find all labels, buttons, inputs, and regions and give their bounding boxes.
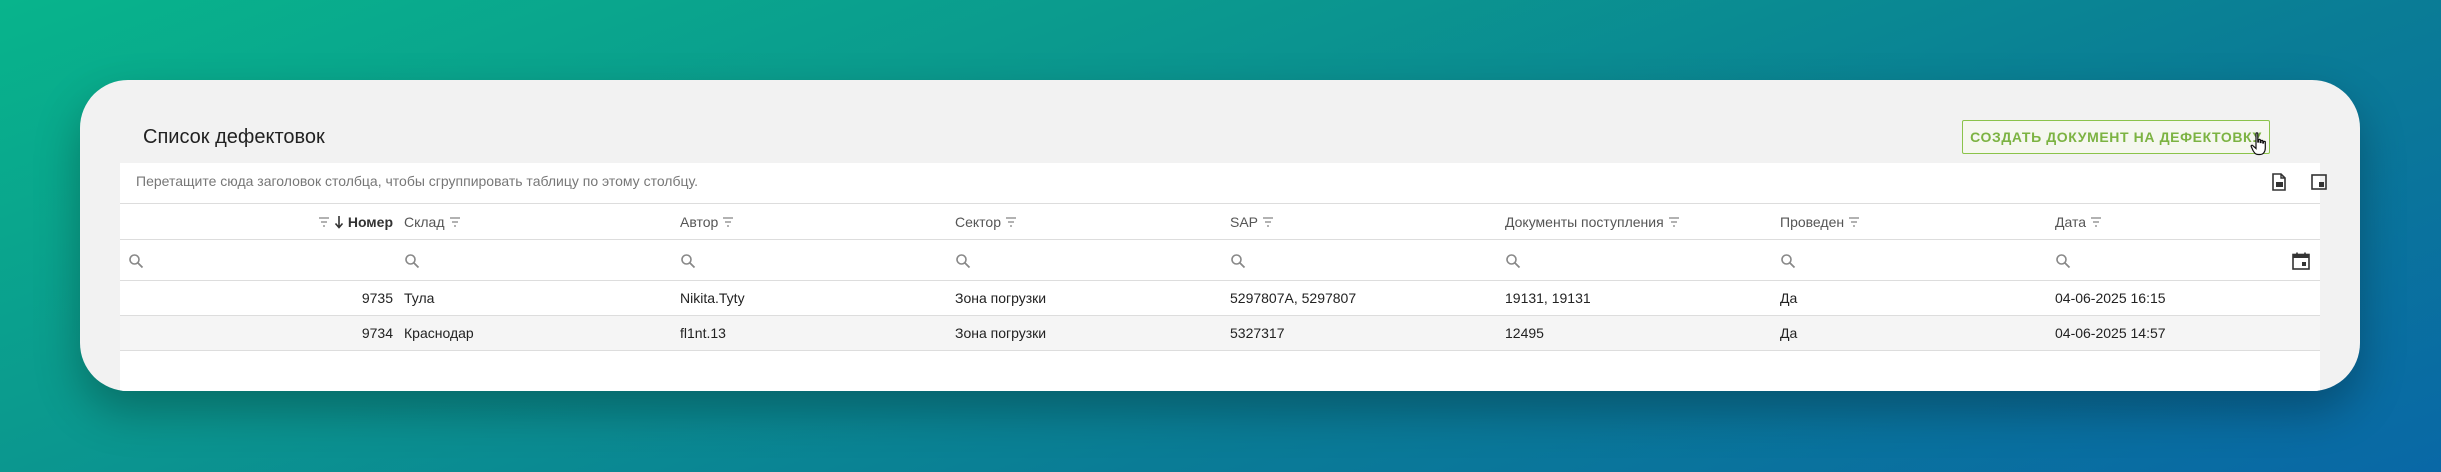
grid-header-row: Номер Склад Автор Сектор SAP Документы п… — [120, 204, 2320, 240]
filter-icon[interactable] — [1848, 216, 1860, 228]
cell-date: 04-06-2025 16:15 — [2055, 290, 2166, 306]
search-icon[interactable] — [680, 253, 696, 269]
cell-posted: Да — [1780, 290, 1798, 306]
group-panel-hint: Перетащите сюда заголовок столбца, чтобы… — [136, 173, 698, 189]
cell-sector: Зона погрузки — [955, 290, 1047, 306]
column-header-label: Сектор — [955, 213, 1002, 230]
column-header-label: Документы поступления — [1505, 213, 1664, 230]
filter-icon[interactable] — [722, 216, 734, 228]
page-title: Список дефектовок — [143, 126, 325, 148]
grid-filter-row — [120, 240, 2320, 281]
search-icon[interactable] — [404, 253, 420, 269]
filter-icon[interactable] — [2090, 216, 2102, 228]
cell-author: Nikita.Tyty — [680, 290, 745, 306]
defects-grid: Перетащите сюда заголовок столбца, чтобы… — [120, 163, 2327, 391]
search-icon[interactable] — [1505, 253, 1521, 269]
cell-posted: Да — [1780, 325, 1798, 341]
column-header-date[interactable]: Дата — [2055, 204, 2102, 239]
column-header-posted[interactable]: Проведен — [1780, 204, 1860, 239]
cell-receipt-docs: 19131, 19131 — [1505, 290, 1591, 306]
column-header-label: Дата — [2055, 213, 2087, 230]
filter-icon[interactable] — [318, 216, 330, 228]
column-header-sector[interactable]: Сектор — [955, 204, 1017, 239]
column-chooser-icon[interactable] — [2310, 173, 2328, 191]
cell-warehouse: Тула — [404, 290, 435, 306]
search-icon[interactable] — [128, 253, 144, 269]
cell-sap: 5327317 — [1230, 325, 1285, 341]
column-header-warehouse[interactable]: Склад — [404, 204, 461, 239]
column-header-sap[interactable]: SAP — [1230, 204, 1274, 239]
filter-icon[interactable] — [1668, 216, 1680, 228]
group-panel[interactable]: Перетащите сюда заголовок столбца, чтобы… — [120, 163, 2327, 204]
search-icon[interactable] — [1780, 253, 1796, 269]
column-header-receipt-docs[interactable]: Документы поступления — [1505, 204, 1680, 239]
column-header-label: Проведен — [1780, 213, 1845, 230]
sort-desc-arrow-icon — [334, 215, 343, 229]
cell-number: 9735 — [361, 290, 393, 306]
search-icon[interactable] — [1230, 253, 1246, 269]
column-header-label: Номер — [347, 213, 393, 230]
hand-pointer-icon — [2250, 132, 2266, 156]
cell-sector: Зона погрузки — [955, 325, 1047, 341]
export-file-icon[interactable] — [2270, 173, 2288, 191]
column-header-label: Автор — [680, 213, 719, 230]
cell-warehouse: Краснодар — [404, 325, 474, 341]
cell-number: 9734 — [361, 325, 393, 341]
cell-author: fl1nt.13 — [680, 325, 726, 341]
calendar-icon[interactable] — [2291, 251, 2311, 271]
cell-receipt-docs: 12495 — [1505, 325, 1544, 341]
column-header-label: SAP — [1230, 213, 1259, 230]
column-header-label: Склад — [404, 213, 445, 230]
search-icon[interactable] — [955, 253, 971, 269]
filter-icon[interactable] — [449, 216, 461, 228]
filter-icon[interactable] — [1262, 216, 1274, 228]
filter-icon[interactable] — [1005, 216, 1017, 228]
column-header-author[interactable]: Автор — [680, 204, 734, 239]
table-row[interactable]: 9734 Краснодар fl1nt.13 Зона погрузки 53… — [120, 316, 2320, 351]
search-icon[interactable] — [2055, 253, 2071, 269]
cell-sap: 5297807A, 5297807 — [1230, 290, 1357, 306]
table-row[interactable]: 9735 Тула Nikita.Tyty Зона погрузки 5297… — [120, 281, 2320, 316]
cell-date: 04-06-2025 14:57 — [2055, 325, 2166, 341]
column-header-number[interactable]: Номер — [300, 204, 393, 239]
defects-card: Список дефектовок СОЗДАТЬ ДОКУМЕНТ НА ДЕ… — [80, 80, 2360, 391]
create-defect-document-button[interactable]: СОЗДАТЬ ДОКУМЕНТ НА ДЕФЕКТОВКУ — [1962, 120, 2270, 154]
